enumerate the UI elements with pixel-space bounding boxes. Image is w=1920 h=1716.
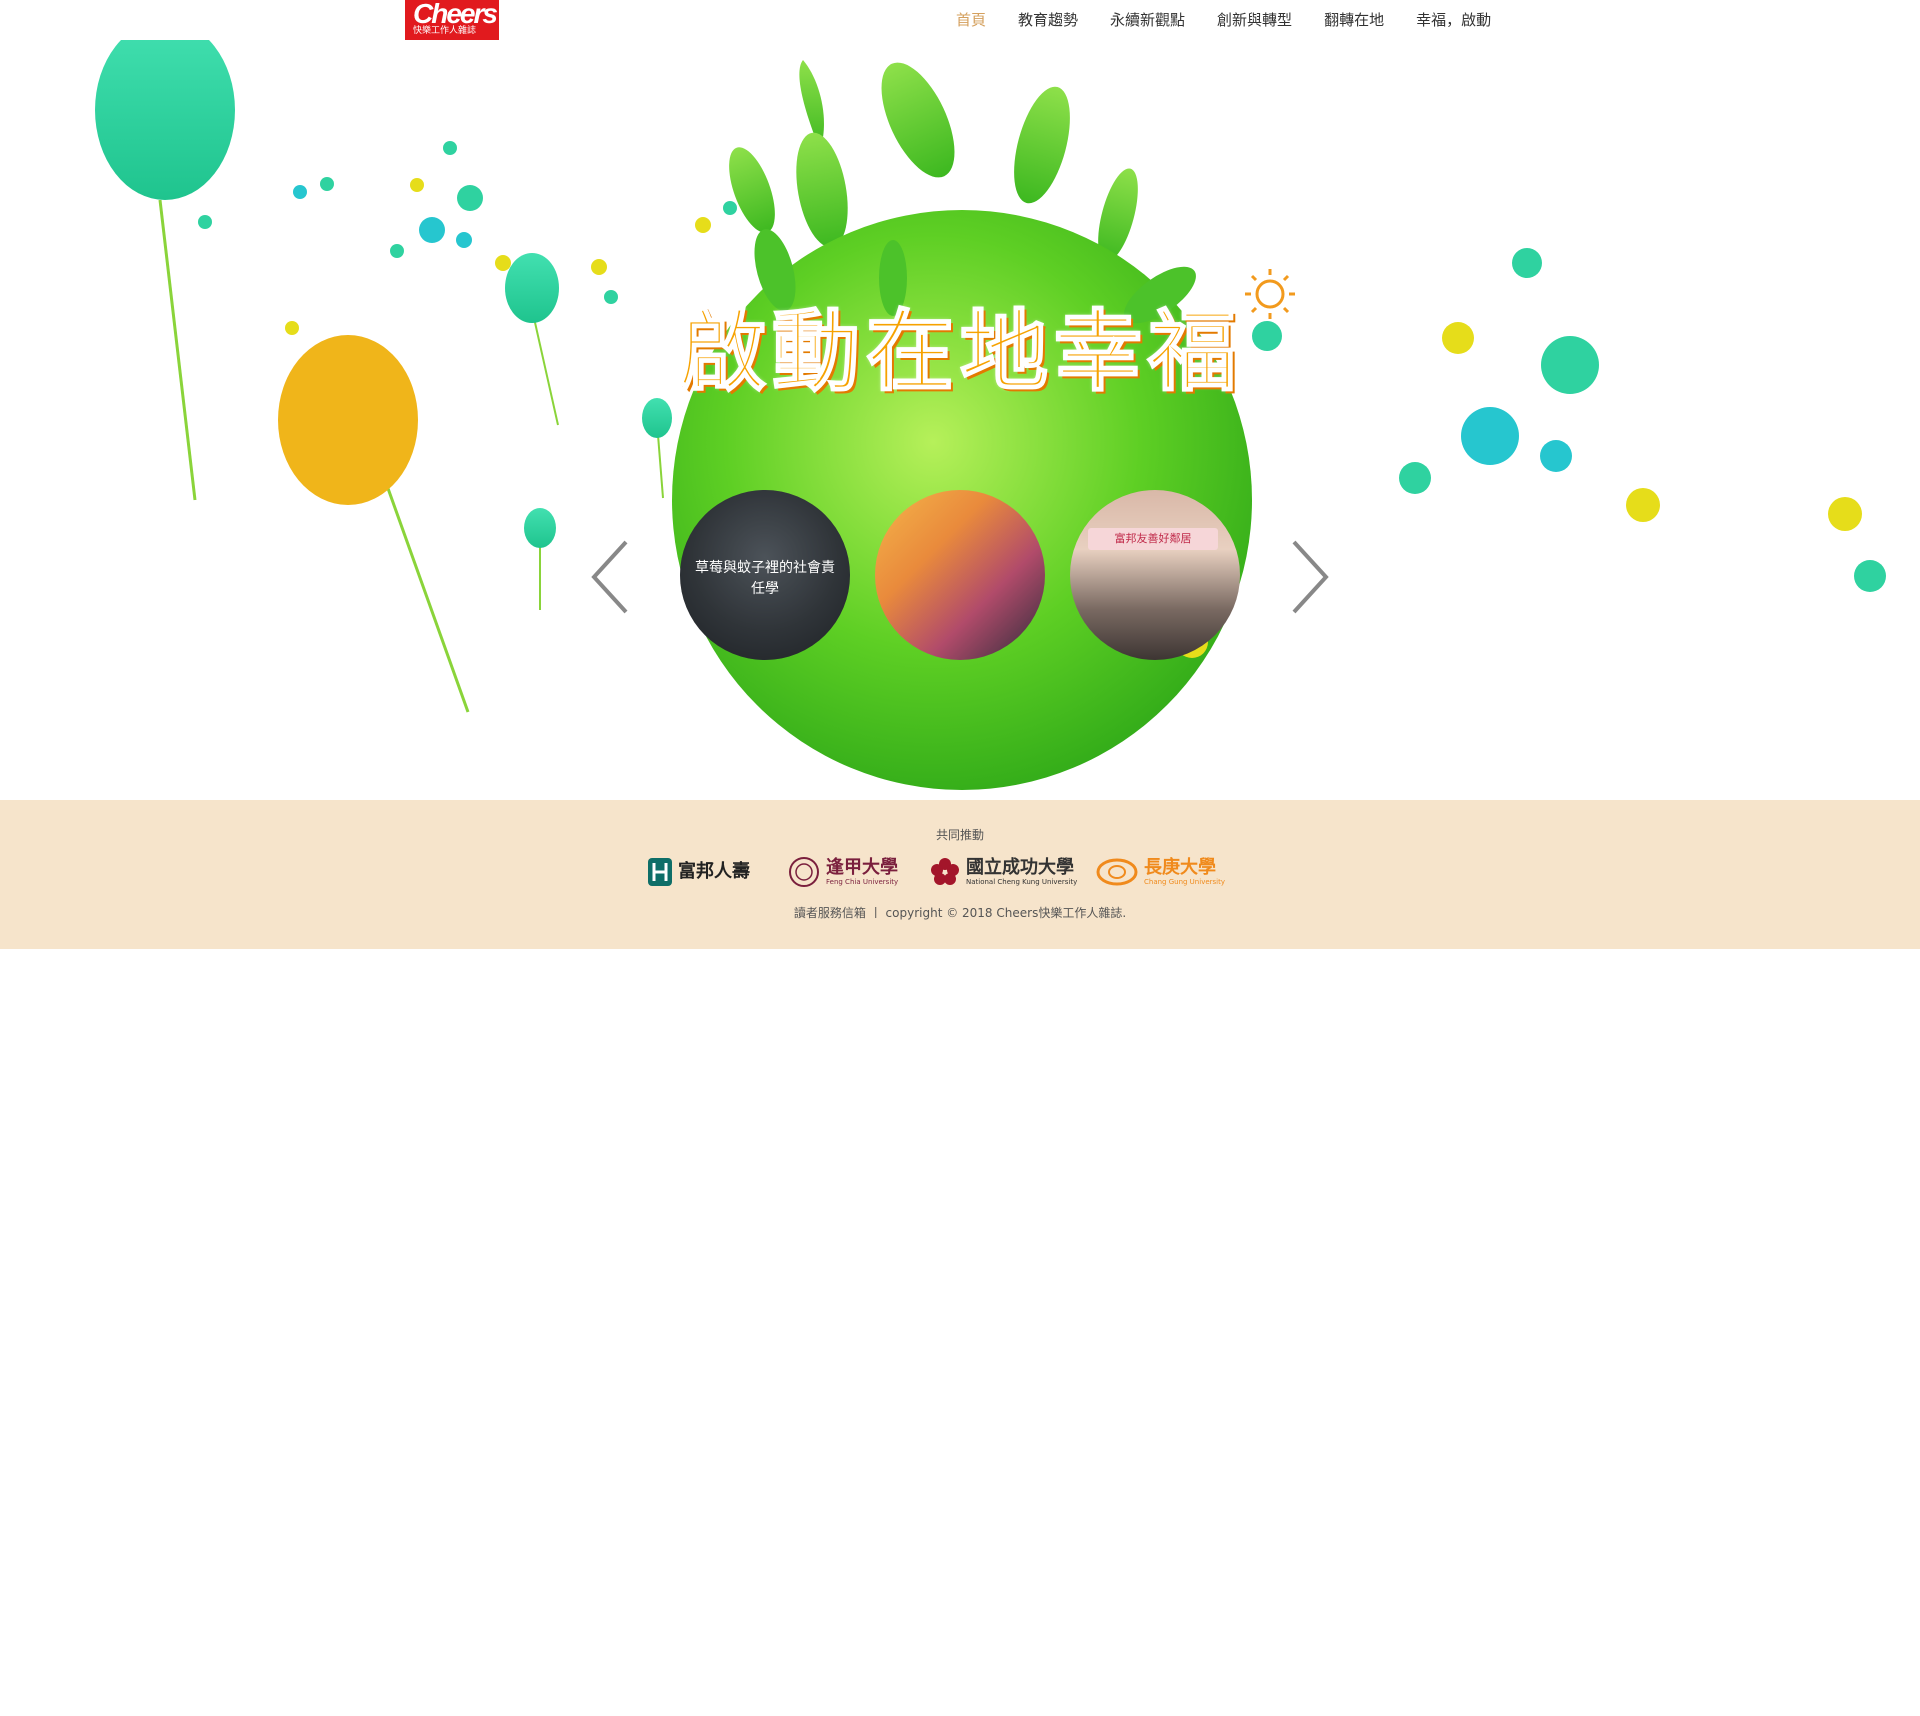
footer: 共同推動 富邦人壽 逢甲大學 Feng Chia University 國立成功… — [0, 800, 1920, 949]
slide-banner: 富邦友善好鄰居 — [1088, 528, 1218, 550]
nav-item-innovation[interactable]: 創新與轉型 — [1217, 8, 1292, 32]
partner-name: 逢甲大學 — [826, 856, 898, 878]
nav-item-sustainability[interactable]: 永續新觀點 — [1110, 8, 1185, 32]
partner-name: 富邦人壽 — [678, 861, 750, 882]
ncku-plum-blossom-icon — [931, 858, 959, 885]
slide-caption: 草莓與蚊子裡的社會責任學 — [695, 560, 835, 597]
balloon-yellow — [278, 335, 470, 713]
green-planet — [672, 60, 1252, 790]
partner-name: 長庚大學 — [1144, 856, 1216, 878]
nav-item-happiness[interactable]: 幸福，啟動 — [1416, 8, 1491, 32]
main-nav: 首頁 教育趨勢 永續新觀點 創新與轉型 翻轉在地 幸福，啟動 — [940, 8, 1507, 32]
slide-card-2[interactable] — [875, 490, 1045, 660]
separator: 丨 — [869, 906, 882, 920]
partner-fubon-life[interactable]: 富邦人壽 — [648, 852, 750, 892]
chevron-right-icon — [1292, 540, 1329, 614]
slide-card-3[interactable]: 富邦友善好鄰居 — [1070, 490, 1240, 660]
partner-name: 國立成功大學 — [966, 856, 1074, 878]
confetti-dots-left — [198, 141, 737, 335]
partner-chang-gung[interactable]: 長庚大學 Chang Gung University — [1096, 852, 1225, 892]
balloon-teal-small — [505, 253, 559, 426]
nav-item-home[interactable]: 首頁 — [956, 8, 986, 32]
balloon-teal-tiny — [642, 398, 672, 499]
carousel-prev-button[interactable] — [590, 540, 634, 614]
logo-subtitle: 快樂工作人雜誌 — [413, 26, 477, 36]
carousel-next-button[interactable] — [1286, 540, 1330, 614]
feng-chia-seal-icon — [789, 857, 819, 887]
fubon-logo-icon — [648, 858, 672, 886]
balloon-teal-large — [95, 40, 235, 501]
hero-section: 啟動在地幸福 草莓與蚊子裡的社會責任學 富邦友善好鄰居 — [0, 40, 1920, 800]
sponsor-label: 共同推動 — [935, 828, 984, 842]
chang-gung-logo-icon — [1096, 858, 1138, 886]
cheers-logo[interactable]: Cheers 快樂工作人雜誌 — [405, 0, 499, 40]
partner-english-name: Chang Gung University — [1144, 877, 1225, 886]
logo-title: Cheers — [413, 0, 498, 29]
partner-ncku[interactable]: 國立成功大學 National Cheng Kung University — [930, 852, 1077, 892]
slide-card-1[interactable]: 草莓與蚊子裡的社會責任學 — [680, 490, 850, 660]
reader-service-link[interactable]: 讀者服務信箱 — [794, 906, 866, 920]
chevron-left-icon — [591, 540, 628, 614]
copyright-text: copyright © 2018 Cheers快樂工作人雜誌. — [885, 906, 1127, 920]
hero-illustration — [95, 40, 1886, 790]
nav-item-education-trends[interactable]: 教育趨勢 — [1018, 8, 1078, 32]
hero-headline: 啟動在地幸福 — [677, 300, 1242, 403]
partner-english-name: National Cheng Kung University — [966, 877, 1078, 886]
balloon-teal-mini — [524, 508, 556, 610]
partner-feng-chia[interactable]: 逢甲大學 Feng Chia University — [788, 852, 898, 892]
partner-logos: 富邦人壽 逢甲大學 Feng Chia University 國立成功大學 Na… — [648, 852, 1272, 892]
footer-copyright-line: 讀者服務信箱 丨 copyright © 2018 Cheers快樂工作人雜誌. — [0, 904, 1920, 921]
nav-item-local[interactable]: 翻轉在地 — [1324, 8, 1384, 32]
confetti-dots-right — [1399, 248, 1886, 592]
partner-english-name: Feng Chia University — [826, 877, 899, 886]
